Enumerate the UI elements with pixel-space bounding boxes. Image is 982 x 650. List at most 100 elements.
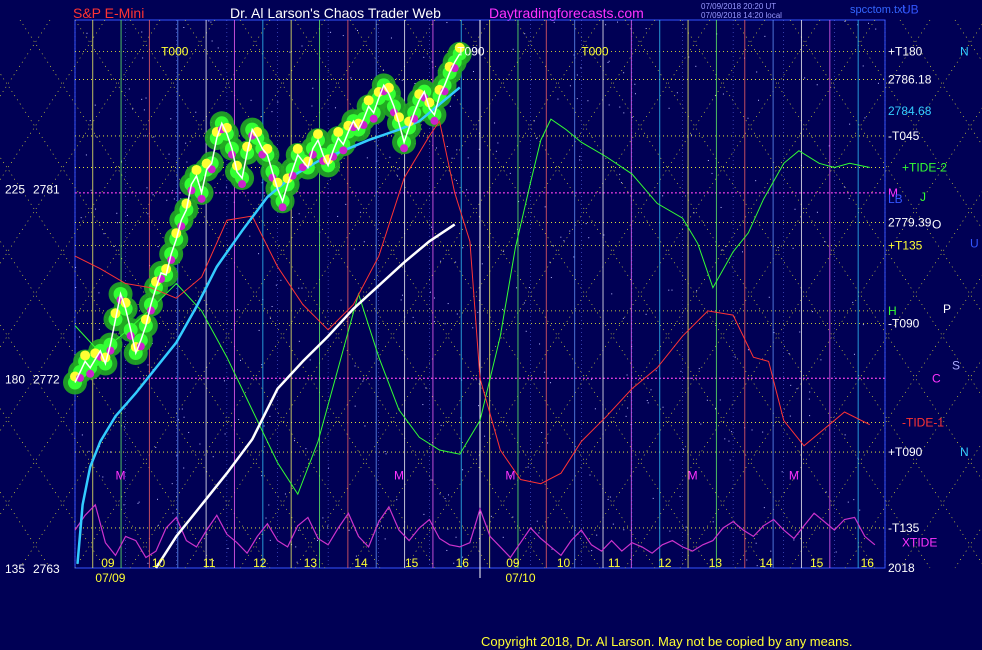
star-dot: [680, 370, 682, 372]
high-marker: [292, 143, 303, 154]
star-dot: [227, 547, 229, 549]
lattice-line: [0, 407, 106, 569]
star-dot: [563, 240, 565, 242]
star-dot: [538, 532, 540, 534]
star-dot: [390, 37, 392, 39]
star-dot: [792, 247, 794, 249]
star-dot: [844, 21, 846, 23]
star-dot: [301, 45, 303, 47]
star-dot: [261, 364, 263, 366]
star-dot: [877, 82, 879, 84]
lattice-line: [789, 19, 982, 313]
star-dot: [366, 157, 368, 159]
star-dot: [462, 469, 464, 471]
star-dot: [467, 157, 469, 159]
star-dot: [316, 539, 318, 541]
low-marker: [339, 146, 348, 155]
star-dot: [490, 515, 492, 517]
star-dot: [258, 329, 260, 331]
star-dot: [238, 418, 240, 420]
star-dot: [155, 446, 157, 448]
star-dot: [742, 251, 744, 253]
star-dot: [363, 241, 365, 243]
star-dot: [789, 415, 791, 417]
lattice-line: [789, 275, 982, 569]
star-dot: [816, 84, 818, 86]
star-dot: [755, 180, 757, 182]
star-dot: [481, 263, 483, 265]
star-dot: [147, 364, 149, 366]
star-dot: [298, 213, 300, 215]
star-dot: [239, 359, 241, 361]
bottom-letter: M: [505, 468, 515, 482]
star-dot: [124, 426, 126, 428]
star-dot: [298, 287, 300, 289]
star-dot: [544, 206, 546, 208]
star-dot: [95, 208, 97, 210]
star-dot: [141, 31, 143, 33]
star-dot: [853, 499, 855, 501]
x-tick-label: 14: [354, 556, 368, 570]
star-dot: [799, 331, 801, 333]
low-marker: [197, 194, 206, 203]
lattice-line: [0, 19, 106, 181]
star-dot: [322, 517, 324, 519]
star-dot: [141, 98, 143, 100]
star-dot: [609, 496, 611, 498]
star-dot: [157, 498, 159, 500]
lattice-line: [624, 19, 982, 564]
x-tick-label: 10: [557, 556, 571, 570]
star-dot: [859, 509, 861, 511]
star-dot: [591, 550, 593, 552]
date-label: 07/10: [505, 571, 535, 585]
star-dot: [249, 235, 251, 237]
star-dot: [309, 359, 311, 361]
right-level-label: XTIDE: [902, 536, 937, 550]
star-dot: [557, 98, 559, 100]
star-dot: [298, 340, 300, 342]
star-dot: [453, 562, 455, 564]
star-dot: [312, 87, 314, 89]
star-dot: [102, 476, 104, 478]
left-axis-angle: 135: [5, 562, 25, 576]
side-letter: N: [960, 45, 969, 59]
star-dot: [645, 28, 647, 30]
star-dot: [103, 233, 105, 235]
star-dot: [258, 253, 260, 255]
low-marker: [86, 369, 95, 378]
high-marker: [313, 129, 323, 140]
star-dot: [183, 467, 185, 469]
star-dot: [433, 321, 435, 323]
star-dot: [804, 77, 806, 79]
star-dot: [269, 415, 271, 417]
star-dot: [359, 211, 361, 213]
star-dot: [345, 203, 347, 205]
star-dot: [263, 425, 265, 427]
star-dot: [847, 501, 849, 503]
star-dot: [289, 51, 291, 53]
star-dot: [852, 301, 854, 303]
star-dot: [212, 456, 214, 458]
star-dot: [311, 105, 313, 107]
star-dot: [589, 474, 591, 476]
star-dot: [650, 389, 652, 391]
star-dot: [146, 187, 148, 189]
right-level-label: UB: [902, 2, 919, 16]
high-marker: [191, 164, 202, 175]
star-dot: [396, 499, 398, 501]
star-dot: [607, 61, 609, 63]
high-marker: [333, 127, 344, 138]
star-dot: [668, 289, 670, 291]
chart-series: [63, 41, 876, 569]
star-dot: [588, 237, 590, 239]
lattice-line: [0, 156, 271, 569]
side-letter: N: [960, 445, 969, 459]
low-marker: [400, 144, 409, 153]
star-dot: [423, 56, 425, 58]
left-axis-angle: 180: [5, 372, 25, 386]
star-dot: [770, 550, 772, 552]
lattice-line: [844, 358, 982, 569]
top-label: T090: [457, 45, 485, 59]
star-dot: [400, 299, 402, 301]
star-dot: [88, 450, 90, 452]
